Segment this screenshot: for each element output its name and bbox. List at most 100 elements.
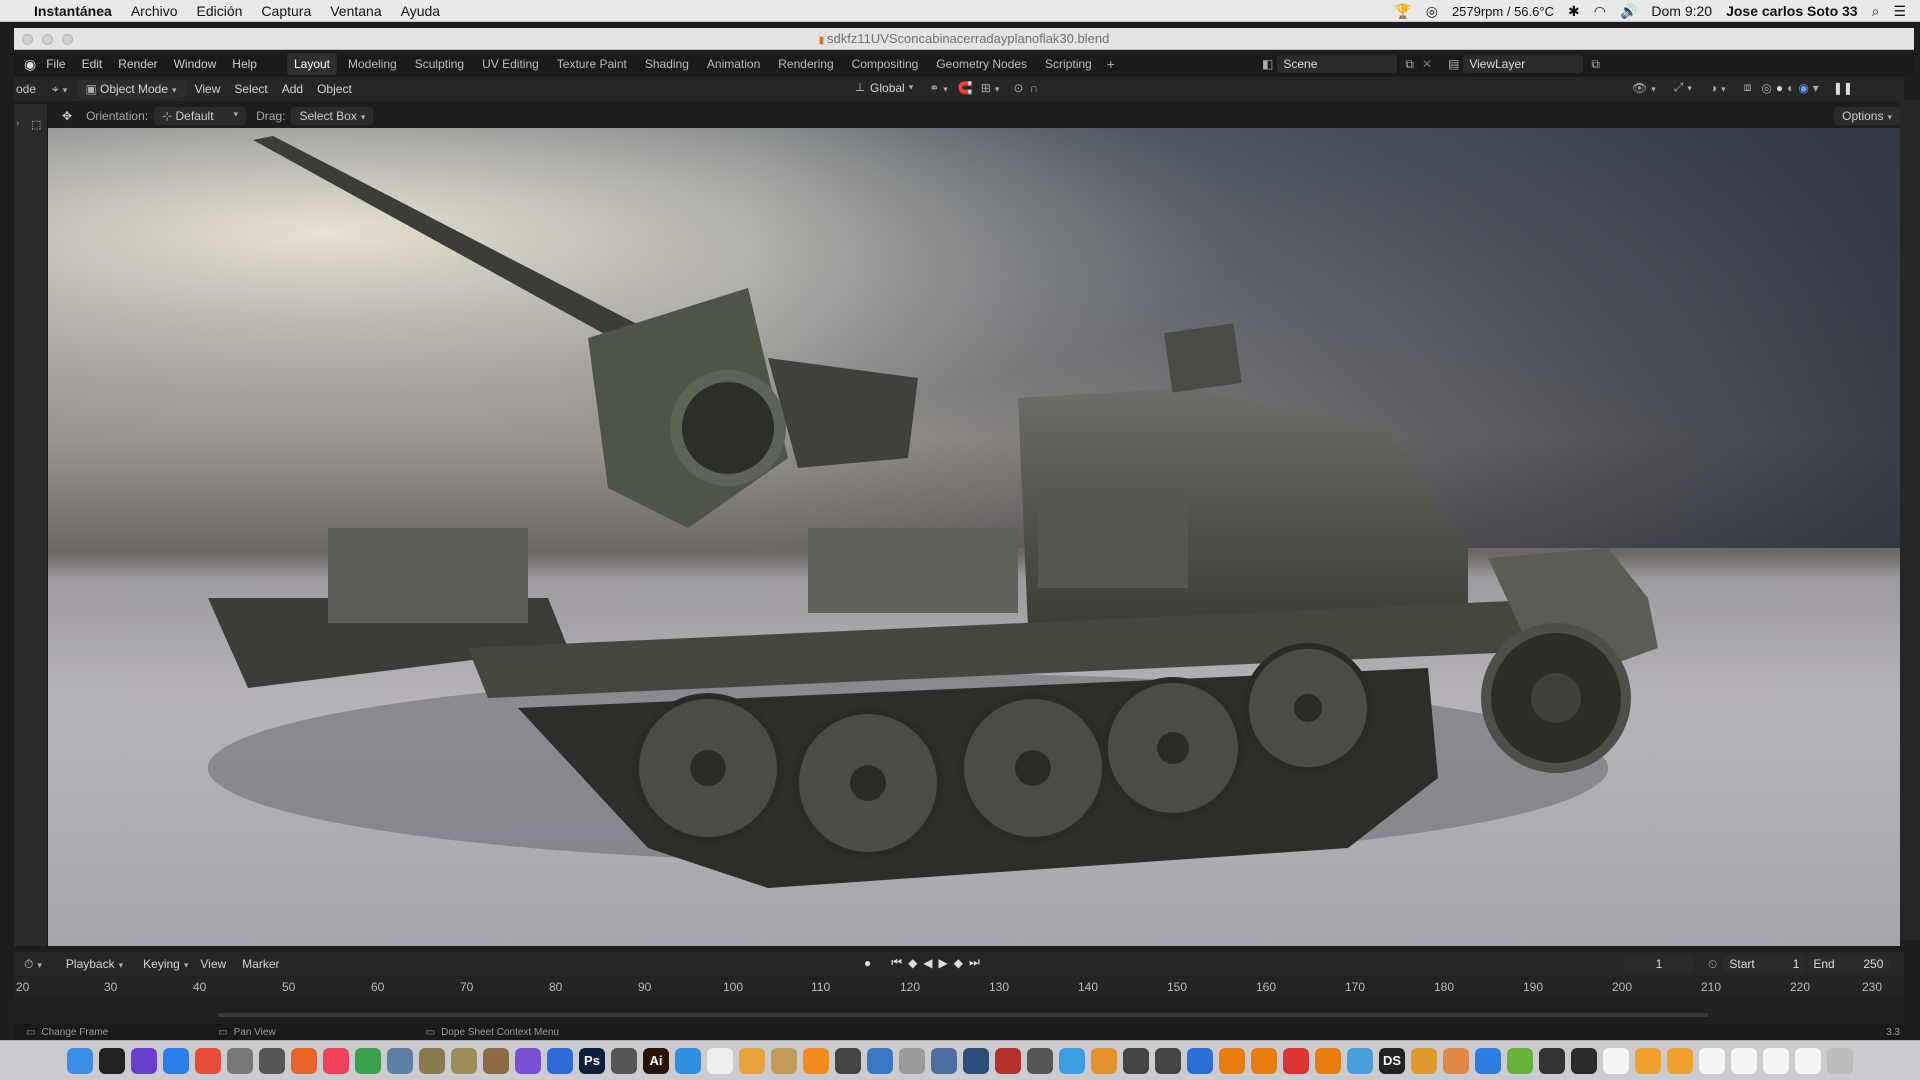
siri-icon[interactable] [131,1047,157,1074]
close-icon[interactable] [22,34,33,45]
menu-window[interactable]: Window [174,57,217,71]
next-keyframe-icon[interactable]: ◆ [954,956,963,970]
doc-f-icon[interactable] [1763,1047,1789,1074]
proportional-edit-icon[interactable]: ⊙ [1013,81,1023,95]
material-shading-icon[interactable]: ◐ [1787,81,1794,95]
menu-archivo[interactable]: Archivo [131,3,178,19]
timeline-ruler[interactable]: 20 30 40 50 60 70 80 90 100 110 120 130 … [14,976,1904,998]
menu-file[interactable]: File [46,57,65,71]
current-frame-field[interactable]: 1 [1624,955,1694,973]
app-menu[interactable]: Instantánea [34,3,112,19]
mode-selector[interactable]: ▣ Object Mode ▾ [77,80,185,98]
app-o-icon[interactable] [931,1047,957,1074]
minimize-icon[interactable] [42,34,53,45]
menu-object[interactable]: Object [317,82,352,96]
record-icon[interactable]: ● [864,956,871,970]
scene-selector[interactable]: Scene [1277,55,1398,73]
trophy-icon[interactable]: 🏆 [1394,3,1411,20]
new-scene-icon[interactable]: ⧉ [1405,57,1414,72]
start-frame-field[interactable]: Start 1 [1723,955,1806,973]
timeline-area[interactable] [14,998,1904,1024]
drag-dropdown[interactable]: Select Box ▾ [291,107,374,125]
app-g-icon[interactable] [611,1047,637,1074]
bluetooth-icon[interactable] [1475,1047,1501,1074]
tab-compositing[interactable]: Compositing [845,53,926,75]
finder-icon[interactable] [67,1047,93,1074]
app-bb-icon[interactable] [1539,1047,1565,1074]
add-workspace-icon[interactable]: + [1107,56,1115,72]
doc-a-icon[interactable] [1603,1047,1629,1074]
app-c-icon[interactable] [419,1047,445,1074]
playback-menu[interactable]: Playback ▾ [58,955,131,973]
transform-tool-icon[interactable]: ✥ [62,109,72,123]
app-b-icon[interactable] [387,1047,413,1074]
wifi-icon[interactable]: ◠ [1594,3,1606,20]
photoshop-icon[interactable]: Ps [579,1047,605,1074]
end-frame-field[interactable]: End 250 [1807,955,1890,973]
firefox-icon[interactable] [291,1047,317,1074]
tab-shading[interactable]: Shading [638,53,696,75]
snap-target-icon[interactable]: ⊞ ▾ [981,81,1000,95]
app-m-icon[interactable] [867,1047,893,1074]
tab-rendering[interactable]: Rendering [771,53,840,75]
app-r-icon[interactable] [1027,1047,1053,1074]
affinity-icon[interactable] [515,1047,541,1074]
snap-icon[interactable]: 🧲 [958,81,973,95]
app-v-icon[interactable] [1155,1047,1181,1074]
doc-b-icon[interactable] [1635,1047,1661,1074]
play-reverse-icon[interactable]: ◀ [923,956,932,970]
toolbar-toggle-icon[interactable]: › [16,118,19,129]
app-aa-icon[interactable] [1443,1047,1469,1074]
app-n-icon[interactable] [899,1047,925,1074]
app-w-icon[interactable] [1187,1047,1213,1074]
3d-viewport[interactable] [48,128,1900,946]
new-view-layer-icon[interactable]: ⧉ [1591,57,1600,72]
timeline-scrollbar[interactable] [218,1013,1708,1017]
tab-scripting[interactable]: Scripting [1038,53,1099,75]
app-x-icon[interactable] [1283,1047,1309,1074]
android-icon[interactable] [1507,1047,1533,1074]
menu-view[interactable]: View [195,82,221,96]
doc-c-icon[interactable] [1667,1047,1693,1074]
tab-modeling[interactable]: Modeling [341,53,404,75]
preview-range-icon[interactable]: ⏲ [1708,957,1717,972]
solid-shading-icon[interactable]: ● [1776,81,1783,95]
app-e-icon[interactable] [483,1047,509,1074]
app-d-icon[interactable] [451,1047,477,1074]
visibility-icon[interactable]: 👁 ▾ [1632,81,1656,95]
app-t-icon[interactable] [1091,1047,1117,1074]
cc-icon[interactable]: ◎ [1426,3,1438,20]
falloff-icon[interactable]: ∩ [1029,81,1038,95]
shading-options-icon[interactable]: ▾ [1813,81,1819,95]
app-z-icon[interactable] [1411,1047,1437,1074]
music-icon[interactable] [323,1047,349,1074]
doc-g-icon[interactable] [1795,1047,1821,1074]
transform-orientation[interactable]: Global [870,81,905,95]
rendered-shading-icon[interactable]: ◉ [1798,81,1808,95]
chrome-icon[interactable] [195,1047,221,1074]
wireframe-shading-icon[interactable]: ◎ [1761,81,1771,95]
scene-icon[interactable]: ◧ [1262,57,1273,71]
bluetooth-icon[interactable]: ✱ [1568,3,1580,20]
utorrent-icon[interactable] [355,1047,381,1074]
view-layer-selector[interactable]: ViewLayer [1463,55,1584,73]
clock[interactable]: Dom 9:20 [1651,3,1712,19]
menu-select[interactable]: Select [234,82,267,96]
remove-scene-icon[interactable]: ✕ [1422,57,1432,71]
menu-ayuda[interactable]: Ayuda [401,3,440,19]
menu-captura[interactable]: Captura [261,3,311,19]
doc-d-icon[interactable] [1699,1047,1725,1074]
app-a-icon[interactable] [227,1047,253,1074]
timeline-view-menu[interactable]: View [200,957,226,971]
timeline-marker-menu[interactable]: Marker [242,957,279,971]
blender-b-icon[interactable] [1251,1047,1277,1074]
tab-uv-editing[interactable]: UV Editing [475,53,546,75]
menu-ventana[interactable]: Ventana [330,3,381,19]
transform-orientation-icon[interactable]: ⟂ [856,80,864,95]
app-q-icon[interactable] [995,1047,1021,1074]
view-layer-icon[interactable]: ▤ [1448,57,1459,71]
app-y-icon[interactable] [1347,1047,1373,1074]
doc-e-icon[interactable] [1731,1047,1757,1074]
trash-icon[interactable] [1827,1047,1853,1074]
blender-c-icon[interactable] [1315,1047,1341,1074]
